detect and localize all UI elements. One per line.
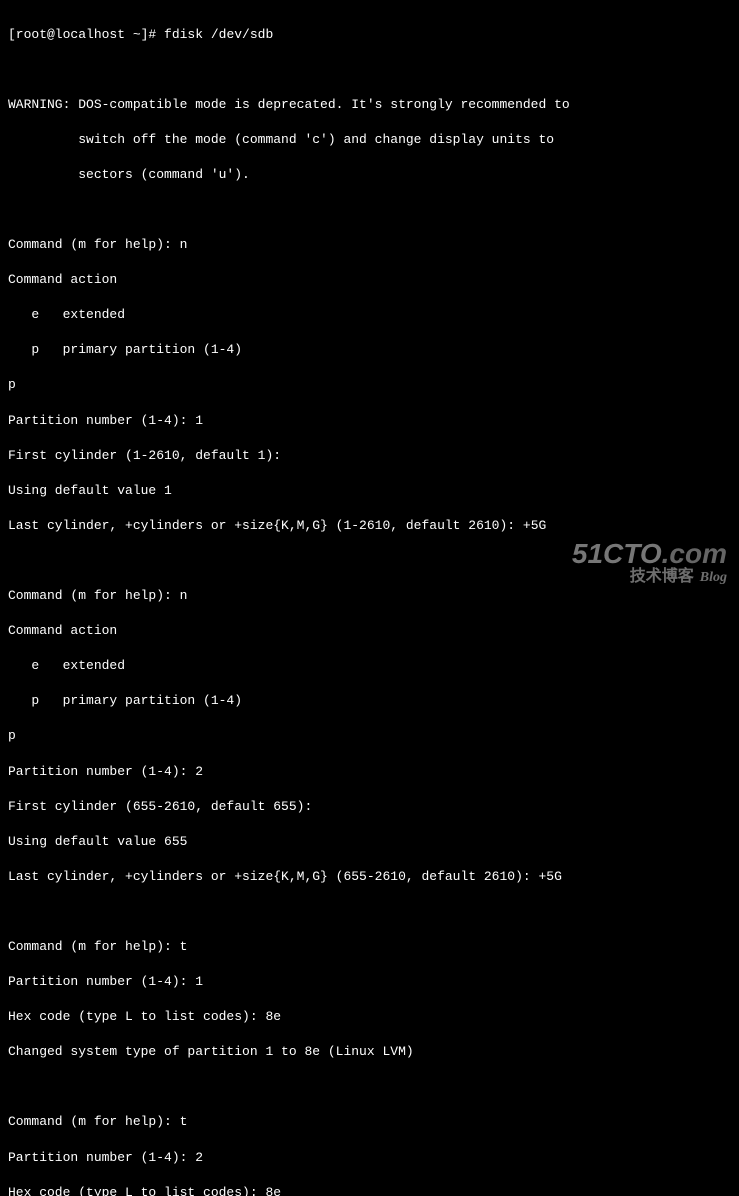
last-cylinder-line: Last cylinder, +cylinders or +size{K,M,G… [8,517,731,535]
partition-number-line: Partition number (1-4): 2 [8,763,731,781]
warning-line: sectors (command 'u'). [8,166,731,184]
prompt-line: [root@localhost ~]# fdisk /dev/sdb [8,26,731,44]
command-help-prompt: Command (m for help): [8,237,180,252]
blank-line [8,1078,731,1096]
user-input: +5G [523,518,546,533]
last-cylinder-prompt: Last cylinder, +cylinders or +size{K,M,G… [8,518,523,533]
command-help-prompt: Command (m for help): [8,939,180,954]
hex-code-line: Hex code (type L to list codes): 8e [8,1184,731,1196]
shell-prompt: [root@localhost ~]# [8,27,164,42]
command-prompt-line: Command (m for help): n [8,236,731,254]
user-input: 1 [195,974,203,989]
changed-type-line: Changed system type of partition 1 to 8e… [8,1043,731,1061]
partition-number-prompt: Partition number (1-4): [8,764,195,779]
user-input: p [8,727,731,745]
partition-number-line: Partition number (1-4): 2 [8,1149,731,1167]
blank-line [8,552,731,570]
option-primary: p primary partition (1-4) [8,692,731,710]
default-value-line: Using default value 1 [8,482,731,500]
user-input: p [8,376,731,394]
user-input: 1 [195,413,203,428]
last-cylinder-prompt: Last cylinder, +cylinders or +size{K,M,G… [8,869,539,884]
user-input: t [180,1114,188,1129]
warning-line: WARNING: DOS-compatible mode is deprecat… [8,96,731,114]
hex-code-line: Hex code (type L to list codes): 8e [8,1008,731,1026]
blank-line [8,903,731,921]
command-prompt-line: Command (m for help): n [8,587,731,605]
partition-number-prompt: Partition number (1-4): [8,1150,195,1165]
default-value-line: Using default value 655 [8,833,731,851]
blank-line [8,61,731,79]
partition-number-prompt: Partition number (1-4): [8,974,195,989]
blank-line [8,201,731,219]
option-extended: e extended [8,306,731,324]
partition-number-line: Partition number (1-4): 1 [8,412,731,430]
user-input: t [180,939,188,954]
option-extended: e extended [8,657,731,675]
command-help-prompt: Command (m for help): [8,588,180,603]
typed-command: fdisk /dev/sdb [164,27,273,42]
hex-code-prompt: Hex code (type L to list codes): [8,1009,265,1024]
command-action-header: Command action [8,271,731,289]
warning-line: switch off the mode (command 'c') and ch… [8,131,731,149]
partition-number-line: Partition number (1-4): 1 [8,973,731,991]
user-input: 8e [265,1009,281,1024]
command-prompt-line: Command (m for help): t [8,1113,731,1131]
command-action-header: Command action [8,622,731,640]
hex-code-prompt: Hex code (type L to list codes): [8,1185,265,1196]
user-input: n [180,588,188,603]
user-input: 2 [195,1150,203,1165]
user-input: n [180,237,188,252]
last-cylinder-line: Last cylinder, +cylinders or +size{K,M,G… [8,868,731,886]
user-input: 8e [265,1185,281,1196]
first-cylinder-line: First cylinder (1-2610, default 1): [8,447,731,465]
user-input: +5G [539,869,562,884]
command-prompt-line: Command (m for help): t [8,938,731,956]
command-help-prompt: Command (m for help): [8,1114,180,1129]
partition-number-prompt: Partition number (1-4): [8,413,195,428]
terminal-output[interactable]: [root@localhost ~]# fdisk /dev/sdb WARNI… [8,8,731,1196]
first-cylinder-line: First cylinder (655-2610, default 655): [8,798,731,816]
user-input: 2 [195,764,203,779]
option-primary: p primary partition (1-4) [8,341,731,359]
